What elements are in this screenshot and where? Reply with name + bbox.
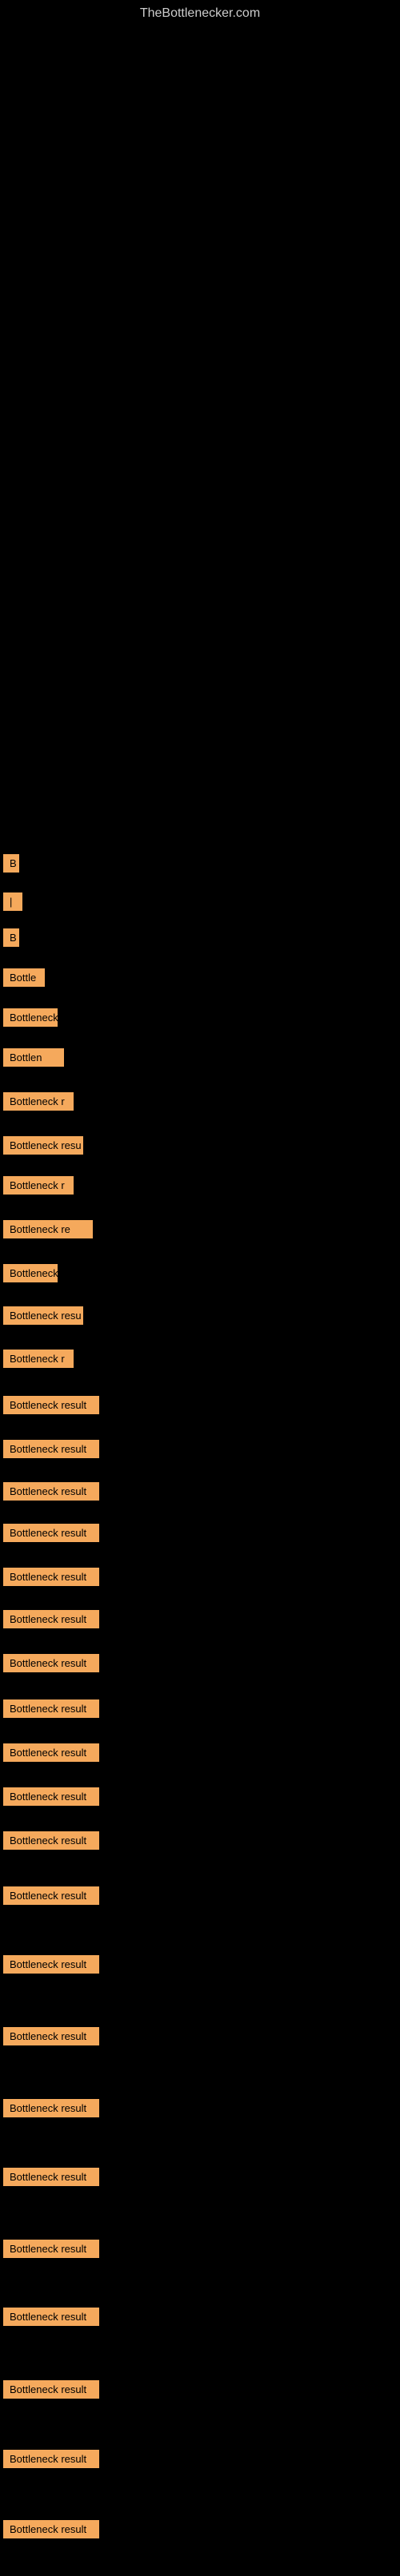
list-item[interactable]: Bottleneck result [0, 1652, 99, 1679]
bottleneck-result-label: Bottleneck [3, 1008, 58, 1027]
bottleneck-result-label: Bottle [3, 968, 45, 987]
list-item[interactable]: Bottleneck result [0, 2165, 99, 2192]
bottleneck-result-label: Bottleneck result [3, 1699, 99, 1718]
bottleneck-result-label: Bottleneck result [3, 1568, 99, 1586]
list-item[interactable]: Bottleneck result [0, 2378, 99, 2405]
list-item[interactable]: Bottle [0, 966, 45, 993]
bottleneck-result-label: Bottleneck re [3, 1220, 93, 1238]
list-item[interactable]: Bottleneck result [0, 1697, 99, 1724]
list-item[interactable]: Bottleneck r [0, 1347, 74, 1374]
bottleneck-result-label: | [3, 892, 22, 911]
bottleneck-result-label: Bottleneck result [3, 1610, 99, 1628]
list-item[interactable]: Bottleneck [0, 1006, 58, 1033]
list-item[interactable]: Bottleneck [0, 1262, 58, 1289]
list-item[interactable]: Bottleneck result [0, 2097, 99, 2124]
list-item[interactable]: | [0, 890, 22, 917]
bottleneck-result-label: Bottleneck r [3, 1176, 74, 1195]
bottleneck-result-label: Bottleneck result [3, 2099, 99, 2117]
bottleneck-result-label: Bottleneck result [3, 2380, 99, 2399]
bottleneck-result-label: Bottleneck result [3, 2450, 99, 2468]
bottleneck-result-label: Bottleneck result [3, 1482, 99, 1501]
site-title: TheBottlenecker.com [0, 0, 400, 27]
bottleneck-result-label: Bottleneck resu [3, 1136, 83, 1155]
bottleneck-result-label: B [3, 854, 19, 873]
list-item[interactable]: Bottleneck result [0, 1565, 99, 1592]
bottleneck-result-label: Bottleneck [3, 1264, 58, 1282]
list-item[interactable]: Bottleneck result [0, 2237, 99, 2264]
list-item[interactable]: Bottleneck result [0, 1741, 99, 1768]
list-item[interactable]: Bottleneck result [0, 1437, 99, 1465]
list-item[interactable]: Bottleneck result [0, 1953, 99, 1980]
bottleneck-result-label: Bottleneck resu [3, 1306, 83, 1325]
bottleneck-result-label: B [3, 928, 19, 947]
bottleneck-result-label: Bottleneck result [3, 1955, 99, 1974]
bottleneck-result-label: Bottleneck result [3, 2240, 99, 2258]
bottleneck-result-label: Bottleneck result [3, 1524, 99, 1542]
list-item[interactable]: Bottleneck result [0, 2025, 99, 2052]
list-item[interactable]: Bottleneck result [0, 2305, 99, 2332]
bottleneck-result-label: Bottleneck result [3, 1831, 99, 1850]
bottleneck-result-label: Bottleneck result [3, 2520, 99, 2538]
list-item[interactable]: Bottleneck resu [0, 1134, 83, 1161]
bottleneck-result-label: Bottleneck result [3, 1396, 99, 1414]
bottleneck-result-label: Bottleneck r [3, 1350, 74, 1368]
list-item[interactable]: Bottleneck result [0, 1521, 99, 1548]
list-item[interactable]: Bottleneck r [0, 1174, 74, 1201]
site-header: TheBottlenecker.com [0, 0, 400, 27]
bottleneck-result-label: Bottleneck result [3, 1654, 99, 1672]
bottleneck-result-label: Bottlen [3, 1048, 64, 1067]
bottleneck-result-label: Bottleneck result [3, 2308, 99, 2326]
list-item[interactable]: Bottleneck result [0, 2518, 99, 2545]
list-item[interactable]: Bottleneck result [0, 1785, 99, 1812]
list-item[interactable]: Bottleneck result [0, 1393, 99, 1421]
bottleneck-result-label: Bottleneck result [3, 1886, 99, 1905]
list-item[interactable]: B [0, 926, 19, 953]
list-item[interactable]: Bottlen [0, 1046, 64, 1073]
list-item[interactable]: Bottleneck resu [0, 1304, 83, 1331]
list-item[interactable]: Bottleneck result [0, 2447, 99, 2475]
list-item[interactable]: Bottleneck result [0, 1884, 99, 1911]
bottleneck-result-label: Bottleneck r [3, 1092, 74, 1111]
list-item[interactable]: Bottleneck result [0, 1480, 99, 1507]
list-item[interactable]: Bottleneck r [0, 1090, 74, 1117]
main-content: B | B Bottle Bottleneck Bottlen Bottleneck r Bo… [0, 27, 400, 2576]
bottleneck-result-label: Bottleneck result [3, 2168, 99, 2186]
list-item[interactable]: Bottleneck re [0, 1218, 93, 1245]
list-item[interactable]: Bottleneck result [0, 1829, 99, 1856]
bottleneck-result-label: Bottleneck result [3, 1440, 99, 1458]
bottleneck-result-label: Bottleneck result [3, 1787, 99, 1806]
list-item[interactable]: B [0, 852, 19, 879]
bottleneck-result-label: Bottleneck result [3, 2027, 99, 2045]
list-item[interactable]: Bottleneck result [0, 1608, 99, 1635]
bottleneck-result-label: Bottleneck result [3, 1743, 99, 1762]
